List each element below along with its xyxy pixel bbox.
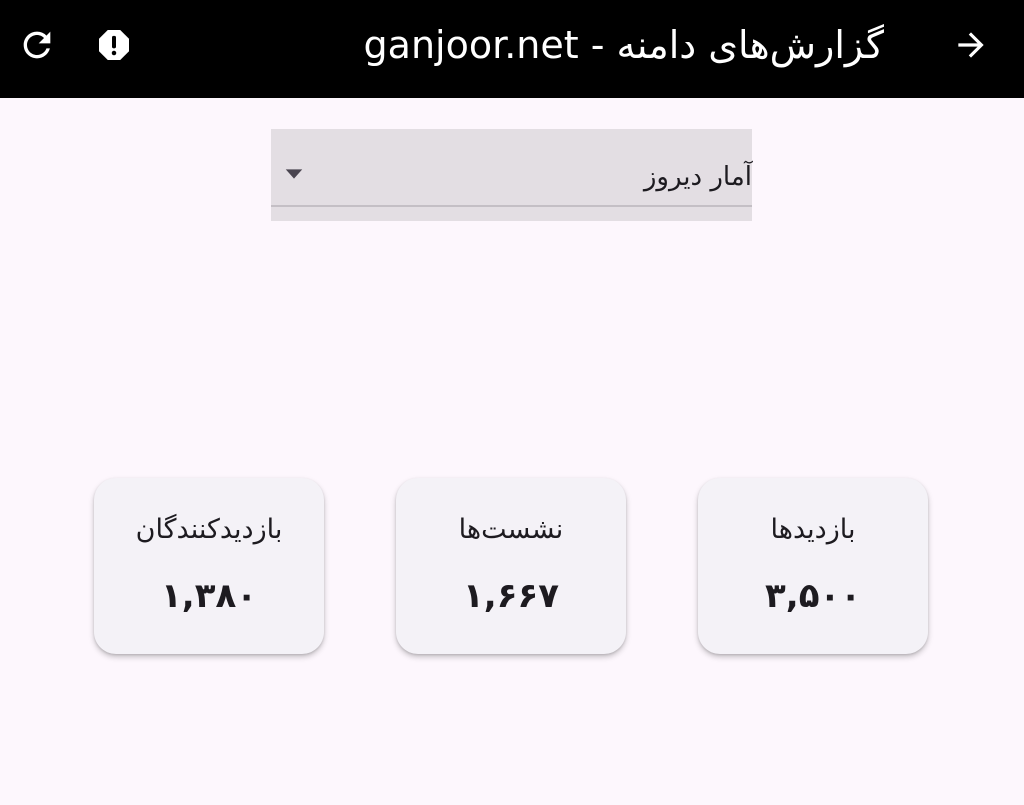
dropdown-arrow-icon [285, 169, 303, 179]
report-icon [99, 30, 129, 60]
page-title: گزارش‌های دامنه - ganjoor.net [363, 23, 884, 67]
stat-card-label: بازدیدها [770, 514, 856, 545]
dropdown-underline [271, 205, 752, 207]
refresh-icon [23, 31, 51, 59]
stat-card-label: نشست‌ها [458, 514, 564, 545]
stat-card-label: بازدیدکنندگان [135, 514, 283, 545]
back-button[interactable] [948, 22, 994, 68]
report-button[interactable] [91, 22, 137, 68]
refresh-button[interactable] [14, 22, 60, 68]
period-dropdown[interactable]: آمار دیروز [271, 129, 752, 221]
stat-card-sessions: نشست‌ها ۱,۶۶۷ [396, 478, 626, 654]
stat-card-visitors: بازدیدکنندگان ۱,۳۸۰ [94, 478, 324, 654]
stat-card-value: ۱,۶۶۷ [463, 576, 559, 616]
stat-card-visits: بازدیدها ۳,۵۰۰ [698, 478, 928, 654]
period-dropdown-value: آمار دیروز [643, 162, 752, 192]
arrow-forward-icon [958, 32, 984, 58]
stat-card-value: ۱,۳۸۰ [161, 576, 257, 616]
app-bar: گزارش‌های دامنه - ganjoor.net [0, 0, 1024, 98]
stat-card-value: ۳,۵۰۰ [765, 576, 861, 616]
